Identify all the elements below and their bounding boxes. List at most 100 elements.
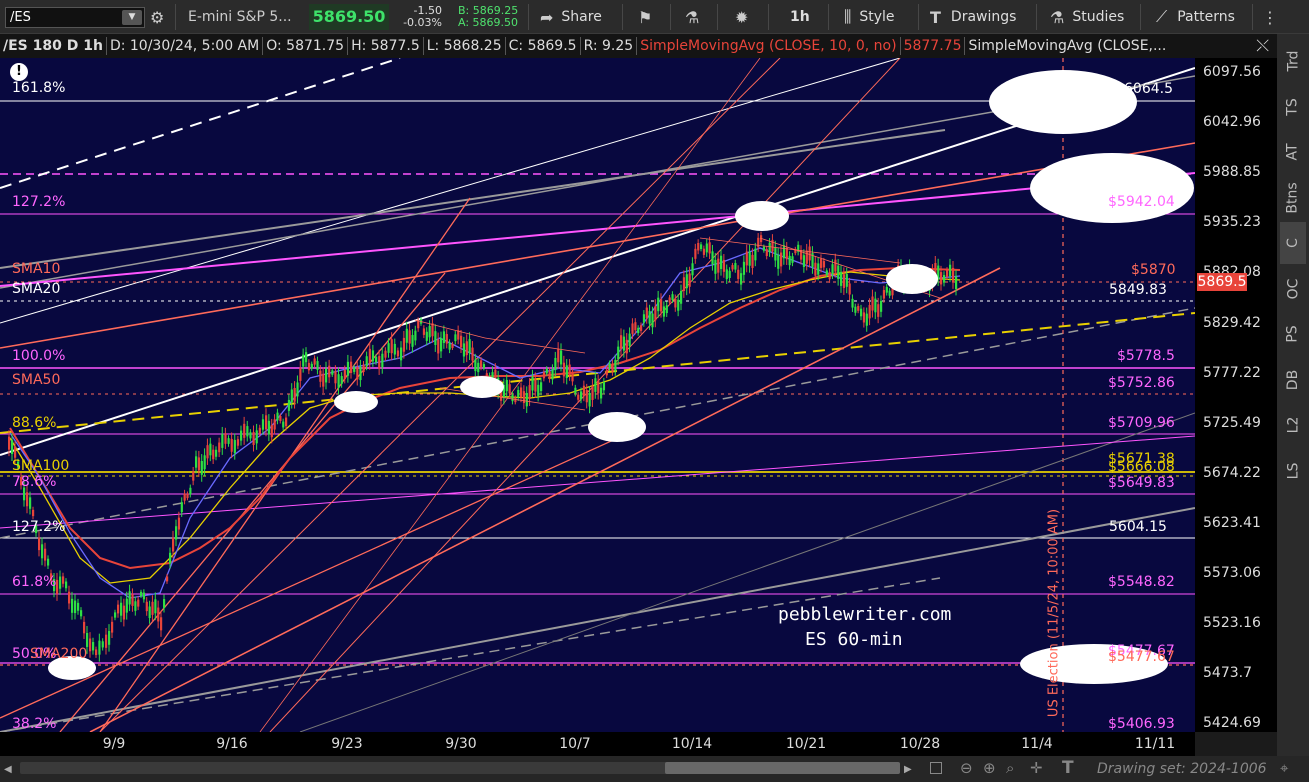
candle-body xyxy=(697,242,700,251)
scroll-left-icon[interactable]: ◀ xyxy=(4,764,12,775)
settings-button[interactable]: ✹ xyxy=(735,0,748,34)
candle-body xyxy=(482,364,486,369)
candle-body xyxy=(38,537,41,551)
collapse-icon[interactable]: ⤬ xyxy=(1195,34,1277,58)
drawing-tool-icon[interactable]: T xyxy=(1062,758,1074,778)
fib-label: 61.8% xyxy=(12,574,57,590)
zoom-in-icon[interactable]: ⊕ xyxy=(983,759,996,777)
candle-body xyxy=(545,368,548,374)
candle-body xyxy=(353,367,356,372)
candle-body xyxy=(860,308,863,317)
magnet-icon[interactable]: ⌖ xyxy=(1280,759,1288,777)
candle-body xyxy=(246,426,249,437)
candle-body xyxy=(540,382,543,392)
flask-button[interactable]: ⚗ xyxy=(685,0,699,34)
zoom-out-icon[interactable]: ⊖ xyxy=(960,759,973,777)
flag-button[interactable]: ⚑ xyxy=(638,0,652,34)
top-toolbar: /ES ▼ ⚙ E-mini S&P 5... 5869.50 -1.50 -0… xyxy=(0,0,1309,34)
candle-body xyxy=(117,604,120,614)
level-label: $5406.93 xyxy=(1108,716,1175,732)
candle-body xyxy=(440,338,443,352)
candle-body xyxy=(851,298,854,308)
crosshair-icon[interactable]: ✛ xyxy=(1030,759,1043,777)
candle-body xyxy=(371,350,375,362)
timeframe-button[interactable]: 1h xyxy=(790,0,810,34)
candle-body xyxy=(437,339,440,354)
candle-body xyxy=(522,391,526,404)
dropdown-icon[interactable]: ▼ xyxy=(122,10,142,25)
sma-label: SMA200 xyxy=(30,646,88,662)
level-label: 5849.83 xyxy=(1109,282,1167,298)
candle-body xyxy=(249,432,252,439)
tab-btns[interactable]: Btns xyxy=(1280,177,1306,219)
sliders-icon[interactable]: ⚙ xyxy=(150,0,164,34)
sma20-study-label[interactable]: SimpleMovingAvg (CLOSE,... xyxy=(965,38,1169,54)
tab-oc[interactable]: OC xyxy=(1280,268,1306,310)
tab-ps[interactable]: PS xyxy=(1280,313,1306,355)
candle-body xyxy=(375,356,378,363)
drawing-set-label[interactable]: Drawing set: 2024-1006 xyxy=(1097,761,1267,777)
candle-body xyxy=(557,348,560,363)
more-button[interactable]: ⋮ xyxy=(1262,0,1278,34)
candle-body xyxy=(154,599,157,614)
candle-body xyxy=(362,364,365,373)
scroll-right-icon[interactable]: ▶ xyxy=(904,764,912,775)
alert-icon[interactable]: ! xyxy=(10,63,28,81)
thinkorswim-chart-window: /ES ▼ ⚙ E-mini S&P 5... 5869.50 -1.50 -0… xyxy=(0,0,1309,782)
tab-l2[interactable]: L2 xyxy=(1280,404,1306,446)
share-button[interactable]: ➦ Share xyxy=(540,0,602,34)
candle-body xyxy=(108,631,111,645)
candle-body xyxy=(287,399,291,411)
symbol-input[interactable]: /ES ▼ xyxy=(5,7,145,28)
candle-body xyxy=(137,599,140,607)
tab-db[interactable]: DB xyxy=(1280,359,1306,401)
tab-ts[interactable]: TS xyxy=(1280,86,1306,128)
candle-body xyxy=(172,537,175,552)
sma10-study-label[interactable]: SimpleMovingAvg (CLOSE, 10, 0, no) xyxy=(637,38,899,54)
candle-body xyxy=(334,371,337,384)
drawings-button[interactable]: T Drawings xyxy=(930,0,1016,34)
expand-icon[interactable] xyxy=(930,762,942,774)
tab-at[interactable]: AT xyxy=(1280,131,1306,173)
style-button[interactable]: ⫼ Style xyxy=(844,0,895,34)
tab-c[interactable]: C xyxy=(1280,222,1306,264)
candle-body xyxy=(717,258,720,273)
candle-body xyxy=(408,330,411,344)
fib-label: 161.8% xyxy=(12,80,66,96)
candle-body xyxy=(571,372,574,382)
candle-body xyxy=(857,306,860,311)
candle-body xyxy=(189,487,192,495)
candle-body xyxy=(668,297,671,303)
candle-body xyxy=(708,242,711,254)
candle-body xyxy=(660,299,663,312)
price-chart[interactable]: 161.8% 127.2% SMA10 SMA20 100.0% SMA50 8… xyxy=(0,58,1195,732)
tab-ls[interactable]: LS xyxy=(1280,450,1306,492)
candle-body xyxy=(657,297,660,312)
scroll-track[interactable] xyxy=(20,762,900,774)
highlight-ellipse xyxy=(460,376,504,398)
candle-body xyxy=(114,612,117,618)
magenta-trend xyxy=(0,172,1195,287)
scroll-thumb[interactable] xyxy=(665,762,900,774)
candle-body xyxy=(952,267,955,282)
candle-body xyxy=(258,427,261,434)
candle-body xyxy=(442,331,446,343)
level-label: $5477.67 xyxy=(1108,649,1175,665)
candle-body xyxy=(44,548,47,561)
price-axis[interactable]: 6097.566042.965988.855935.235882.085829.… xyxy=(1195,58,1277,732)
highlight-ellipse xyxy=(334,391,378,413)
patterns-button[interactable]: ⟋ Patterns xyxy=(1156,0,1235,34)
candle-body xyxy=(101,641,104,648)
candle-body xyxy=(874,298,877,313)
candle-body xyxy=(654,306,657,321)
candle-body xyxy=(705,243,708,253)
time-tick-label: 11/11 xyxy=(1134,736,1176,752)
candle-body xyxy=(691,263,694,276)
candle-body xyxy=(585,390,588,403)
candle-body xyxy=(195,456,198,468)
candle-body xyxy=(868,304,871,319)
time-axis[interactable]: 9/9 9/16 9/23 9/30 10/7 10/14 10/21 10/28 11/4 11… xyxy=(0,732,1195,756)
tab-trd[interactable]: Trd xyxy=(1280,40,1306,82)
studies-button[interactable]: ⚗ Studies xyxy=(1050,0,1124,34)
search-icon[interactable]: ⌕ xyxy=(1006,759,1014,777)
